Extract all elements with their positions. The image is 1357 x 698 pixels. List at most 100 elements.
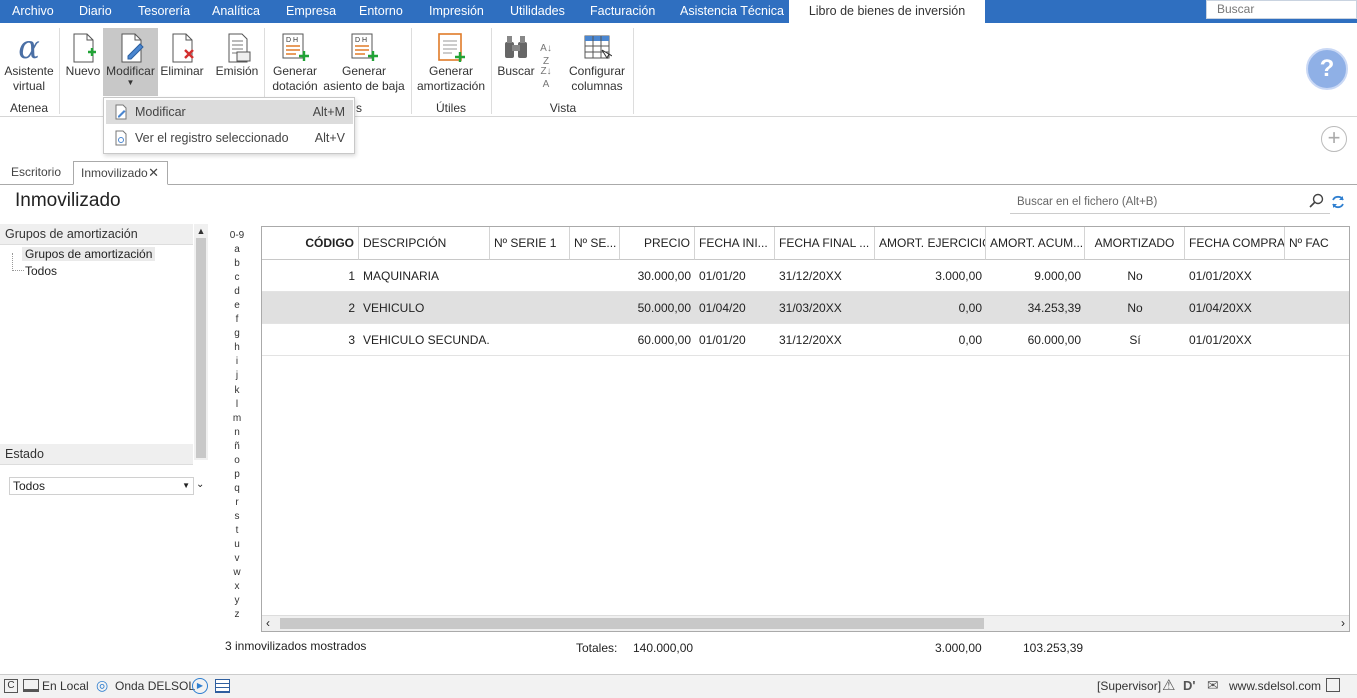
alphabet-letter[interactable]: c (226, 271, 248, 285)
column-header[interactable]: AMORT. ACUM... (986, 227, 1085, 260)
alphabet-letter[interactable]: f (226, 313, 248, 327)
d-icon[interactable]: D' (1183, 678, 1195, 693)
alphabet-letter[interactable]: i (226, 355, 248, 369)
chevron-right-icon[interactable]: › (1341, 616, 1345, 630)
dropdown-item-ver-registro[interactable]: Ver el registro seleccionado Alt+V (106, 126, 353, 150)
generar-amortizacion-button[interactable]: Generar amortización (414, 32, 488, 94)
alphabet-letter[interactable]: m (226, 412, 248, 426)
column-header[interactable]: AMORTIZADO (1085, 227, 1185, 260)
alphabet-letter[interactable]: k (226, 384, 248, 398)
eliminar-button[interactable]: Eliminar (158, 32, 206, 79)
modificar-button[interactable]: Modificar ▼ (103, 28, 158, 96)
estado-select-value: Todos (13, 479, 46, 493)
alphabet-letter[interactable]: g (226, 327, 248, 341)
menu-entorno[interactable]: Entorno (359, 0, 403, 23)
top-search-input[interactable]: Buscar (1206, 0, 1357, 19)
dropdown-label: Modificar (135, 105, 186, 119)
menu-impresion[interactable]: Impresión (429, 0, 484, 23)
vertical-scrollbar[interactable]: ▲ (194, 224, 208, 460)
alphabet-letter[interactable]: e (226, 299, 248, 313)
file-search-input[interactable]: Buscar en el fichero (Alt+B) (1010, 191, 1330, 214)
column-header[interactable]: FECHA INI... (695, 227, 775, 260)
play-icon[interactable]: ▶ (192, 678, 208, 694)
alphabet-letter[interactable]: ñ (226, 440, 248, 454)
menu-archivo[interactable]: Archivo (12, 0, 54, 23)
horizontal-scrollbar[interactable]: ‹ › (262, 615, 1349, 631)
tab-libro-bienes-inversion[interactable]: Libro de bienes de inversión (789, 0, 985, 24)
alphabet-letter[interactable]: q (226, 482, 248, 496)
onda-delsol[interactable]: Onda DELSOL (115, 679, 195, 693)
generar-asiento-baja-button[interactable]: D H Generar asiento de baja (322, 32, 406, 94)
alphabet-letter[interactable]: h (226, 341, 248, 355)
warning-icon[interactable]: ⚠ (1162, 676, 1175, 694)
alphabet-letter[interactable]: x (226, 580, 248, 594)
table-row[interactable]: 2 VEHICULO 50.000,00 01/04/20 31/03/20XX 0,00… (262, 292, 1349, 324)
tree-item-grupos[interactable]: Grupos de amortización (22, 247, 156, 261)
table-cell: 0,00 (958, 333, 982, 347)
menu-facturacion[interactable]: Facturación (590, 0, 655, 23)
column-header[interactable]: AMORT. EJERCICIO (875, 227, 986, 260)
column-header[interactable]: Nº FAC (1285, 227, 1349, 260)
alphabet-letter[interactable]: s (226, 510, 248, 524)
help-button[interactable]: ? (1306, 48, 1348, 90)
dropdown-item-modificar[interactable]: Modificar Alt+M (106, 100, 353, 124)
chevron-up-icon[interactable]: ▲ (194, 224, 208, 238)
alphabet-letter[interactable]: t (226, 524, 248, 538)
alphabet-letter[interactable]: w (226, 566, 248, 580)
menu-diario[interactable]: Diario (79, 0, 112, 23)
alphabet-letter[interactable]: o (226, 454, 248, 468)
menu-utilidades[interactable]: Utilidades (510, 0, 565, 23)
chevron-down-icon[interactable]: ⌄ (196, 479, 204, 490)
alphabet-letter[interactable]: z (226, 608, 248, 622)
alphabet-letter[interactable]: n (226, 426, 248, 440)
table-row[interactable]: 3 VEHICULO SECUNDA... 60.000,00 01/01/20 31/… (262, 324, 1349, 356)
alphabet-letter[interactable]: y (226, 594, 248, 608)
column-header[interactable]: DESCRIPCIÓN (359, 227, 490, 260)
menu-analitica[interactable]: Analítica (212, 0, 260, 23)
menu-tesoreria[interactable]: Tesorería (138, 0, 190, 23)
alphabet-letter[interactable]: a (226, 243, 248, 257)
scrollbar-thumb[interactable] (196, 238, 206, 458)
refresh-icon[interactable] (1330, 194, 1346, 213)
menu-empresa[interactable]: Empresa (286, 0, 336, 23)
table-cell: 31/12/20XX (779, 333, 842, 347)
buscar-button[interactable]: Buscar (496, 32, 536, 79)
emision-button[interactable]: Emisión (213, 32, 261, 79)
add-circle-icon[interactable]: + (1321, 126, 1347, 152)
alphabet-letter[interactable]: b (226, 257, 248, 271)
estado-select[interactable]: Todos ▼ (9, 477, 194, 495)
close-icon[interactable]: ✕ (148, 162, 159, 184)
alphabet-letter[interactable]: p (226, 468, 248, 482)
tab-escritorio[interactable]: Escritorio (11, 161, 61, 185)
column-header[interactable]: FECHA FINAL ... (775, 227, 875, 260)
menu-asistencia-tecnica[interactable]: Asistencia Técnica (680, 0, 784, 23)
search-icon[interactable] (1309, 193, 1325, 212)
generar-baja-label-2: asiento de baja (323, 79, 405, 93)
website-link[interactable]: www.sdelsol.com (1229, 679, 1321, 693)
tab-inmovilizado[interactable]: Inmovilizado ✕ (73, 161, 168, 185)
scrollbar-thumb[interactable] (280, 618, 984, 629)
nuevo-button[interactable]: Nuevo (63, 32, 103, 79)
column-header[interactable]: CÓDIGO (262, 227, 359, 260)
mail-icon[interactable]: ✉ (1207, 677, 1219, 694)
sort-za-icon[interactable]: Z↓ A (537, 65, 555, 91)
column-header[interactable]: FECHA COMPRA (1185, 227, 1285, 260)
table-row[interactable]: 1 MAQUINARIA 30.000,00 01/01/20 31/12/20XX 3.… (262, 260, 1349, 292)
alphabet-letter[interactable]: v (226, 552, 248, 566)
alphabet-letter[interactable]: d (226, 285, 248, 299)
alphabet-letter[interactable]: 0-9 (226, 229, 248, 243)
column-header[interactable]: Nº SE... (570, 227, 620, 260)
alphabet-letter[interactable]: l (226, 398, 248, 412)
asistente-virtual-button[interactable]: α Asistente virtual (2, 31, 56, 94)
calendar-icon[interactable] (215, 679, 230, 693)
alphabet-letter[interactable]: r (226, 496, 248, 510)
generar-dotacion-button[interactable]: D H Generar dotación (268, 32, 322, 94)
chevron-left-icon[interactable]: ‹ (266, 616, 270, 630)
configurar-columnas-button[interactable]: Configurar columnas (566, 32, 628, 94)
column-header[interactable]: PRECIO (620, 227, 695, 260)
tree-item-todos[interactable]: Todos (25, 264, 57, 278)
alphabet-letter[interactable]: j (226, 369, 248, 383)
column-header[interactable]: Nº SERIE 1 (490, 227, 570, 260)
alphabet-letter[interactable]: u (226, 538, 248, 552)
window-icon[interactable] (1326, 678, 1340, 692)
